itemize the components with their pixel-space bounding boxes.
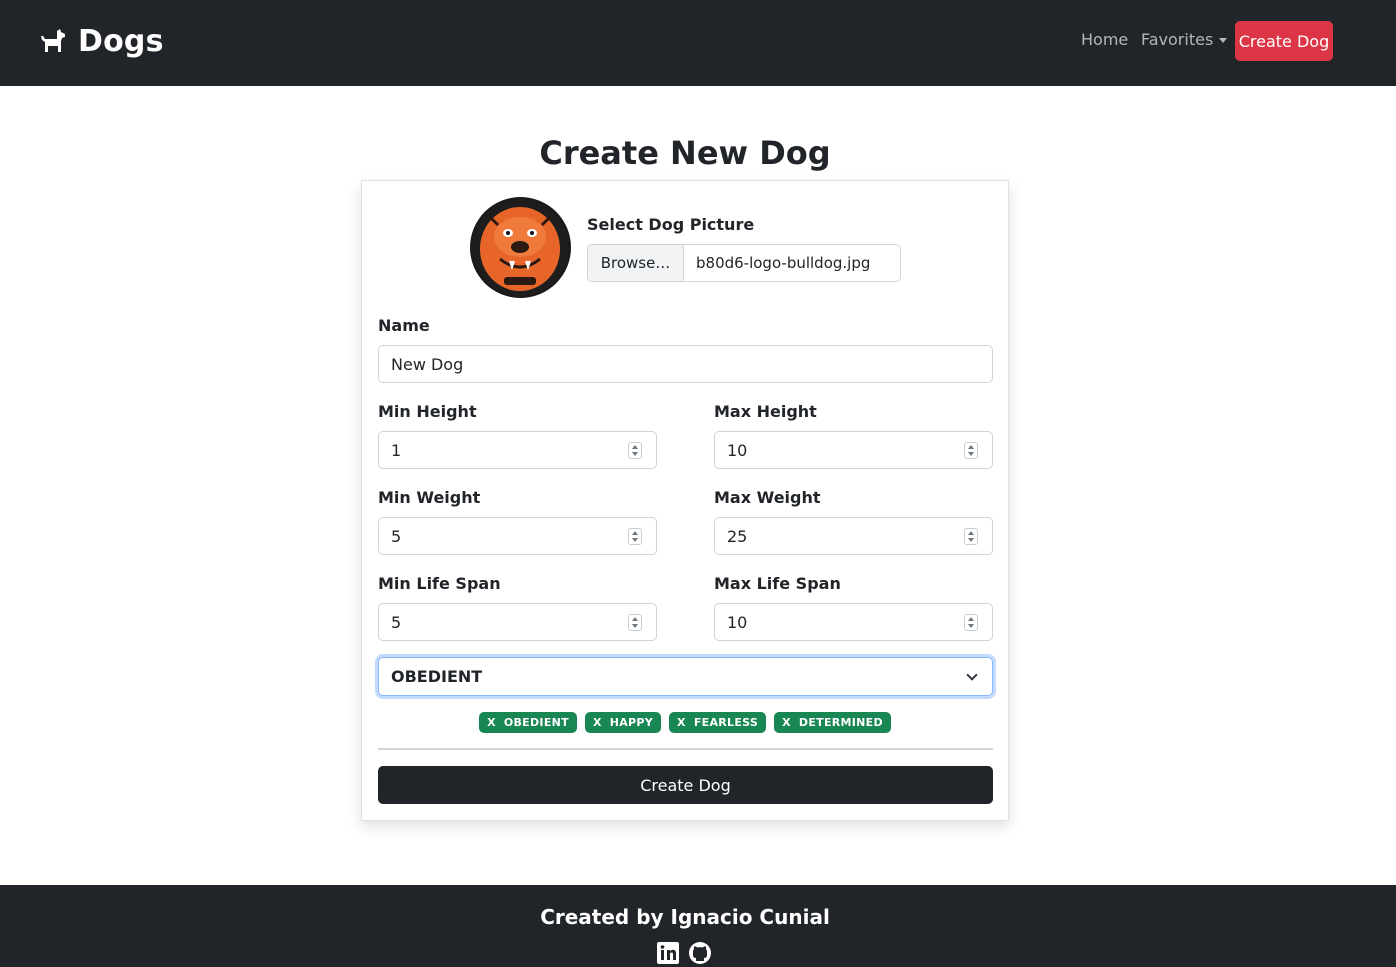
nav-create-dog-button[interactable]: Create Dog bbox=[1235, 21, 1333, 61]
max-weight-label: Max Weight bbox=[714, 488, 821, 507]
bulldog-image bbox=[472, 199, 569, 296]
nav-home[interactable]: Home bbox=[1081, 30, 1128, 49]
min-weight-label: Min Weight bbox=[378, 488, 481, 507]
min-weight-input[interactable]: 5 bbox=[378, 517, 657, 555]
min-height-value: 1 bbox=[391, 440, 402, 460]
selected-file-name: b80d6-logo-bulldog.jpg bbox=[696, 254, 871, 272]
max-weight-value: 25 bbox=[727, 526, 748, 546]
page-title: Create New Dog bbox=[539, 134, 831, 172]
badge-label: HAPPY bbox=[609, 716, 654, 729]
min-height-label: Min Height bbox=[378, 402, 477, 421]
spinner-icon[interactable] bbox=[964, 442, 978, 459]
name-input[interactable]: New Dog bbox=[378, 345, 993, 383]
max-height-label: Max Height bbox=[714, 402, 817, 421]
spinner-icon[interactable] bbox=[964, 528, 978, 545]
min-life-span-label: Min Life Span bbox=[378, 574, 501, 593]
remove-badge-button[interactable]: X bbox=[677, 716, 686, 729]
divider bbox=[378, 748, 993, 750]
chevron-down-icon bbox=[966, 669, 978, 681]
badge-label: OBEDIENT bbox=[503, 716, 569, 729]
min-weight-value: 5 bbox=[391, 526, 402, 546]
remove-badge-button[interactable]: X bbox=[782, 716, 791, 729]
max-weight-input[interactable]: 25 bbox=[714, 517, 993, 555]
temperament-badge: X HAPPY bbox=[584, 712, 662, 733]
footer: Created by Ignacio Cunial bbox=[0, 885, 1396, 967]
spinner-icon[interactable] bbox=[964, 614, 978, 631]
temperament-badge: X FEARLESS bbox=[669, 712, 767, 733]
temperament-selected-value: OBEDIENT bbox=[391, 667, 483, 686]
create-dog-form: Select Dog Picture Browse… b80d6-logo-bu… bbox=[361, 180, 1009, 821]
spinner-icon[interactable] bbox=[628, 528, 642, 545]
name-label: Name bbox=[378, 316, 430, 335]
navbar: Dogs Home Favorites Create Dog bbox=[0, 0, 1396, 86]
picture-label: Select Dog Picture bbox=[587, 215, 755, 234]
temperament-badge: X OBEDIENT bbox=[479, 712, 577, 733]
max-life-span-label: Max Life Span bbox=[714, 574, 841, 593]
max-height-value: 10 bbox=[727, 440, 748, 460]
nav-favorites-label: Favorites bbox=[1141, 30, 1214, 49]
max-life-span-value: 10 bbox=[727, 612, 748, 632]
temperament-select[interactable]: OBEDIENT bbox=[378, 657, 993, 696]
browse-button[interactable]: Browse… bbox=[588, 245, 684, 281]
remove-badge-button[interactable]: X bbox=[487, 716, 496, 729]
min-height-input[interactable]: 1 bbox=[378, 431, 657, 469]
badge-label: DETERMINED bbox=[798, 716, 883, 729]
badge-label: FEARLESS bbox=[693, 716, 759, 729]
social-links bbox=[656, 941, 712, 965]
brand-title: Dogs bbox=[78, 24, 164, 59]
spinner-icon[interactable] bbox=[628, 614, 642, 631]
min-life-span-value: 5 bbox=[391, 612, 402, 632]
linkedin-icon[interactable] bbox=[656, 941, 680, 965]
dog-picture-preview bbox=[470, 197, 571, 298]
dog-icon bbox=[41, 28, 65, 52]
temperament-badges: X OBEDIENT X HAPPY X FEARLESS X DETERMIN… bbox=[362, 712, 1008, 733]
brand-link[interactable]: Dogs bbox=[38, 24, 164, 59]
min-life-span-input[interactable]: 5 bbox=[378, 603, 657, 641]
footer-credit: Created by Ignacio Cunial bbox=[540, 905, 830, 929]
create-dog-submit-button[interactable]: Create Dog bbox=[378, 766, 993, 804]
caret-down-icon bbox=[1219, 38, 1228, 43]
max-life-span-input[interactable]: 10 bbox=[714, 603, 993, 641]
dog-picture-file-input[interactable]: Browse… b80d6-logo-bulldog.jpg bbox=[587, 244, 901, 282]
github-icon[interactable] bbox=[688, 941, 712, 965]
remove-badge-button[interactable]: X bbox=[593, 716, 602, 729]
max-height-input[interactable]: 10 bbox=[714, 431, 993, 469]
spinner-icon[interactable] bbox=[628, 442, 642, 459]
temperament-badge: X DETERMINED bbox=[774, 712, 891, 733]
nav-favorites-dropdown[interactable]: Favorites bbox=[1141, 30, 1228, 49]
